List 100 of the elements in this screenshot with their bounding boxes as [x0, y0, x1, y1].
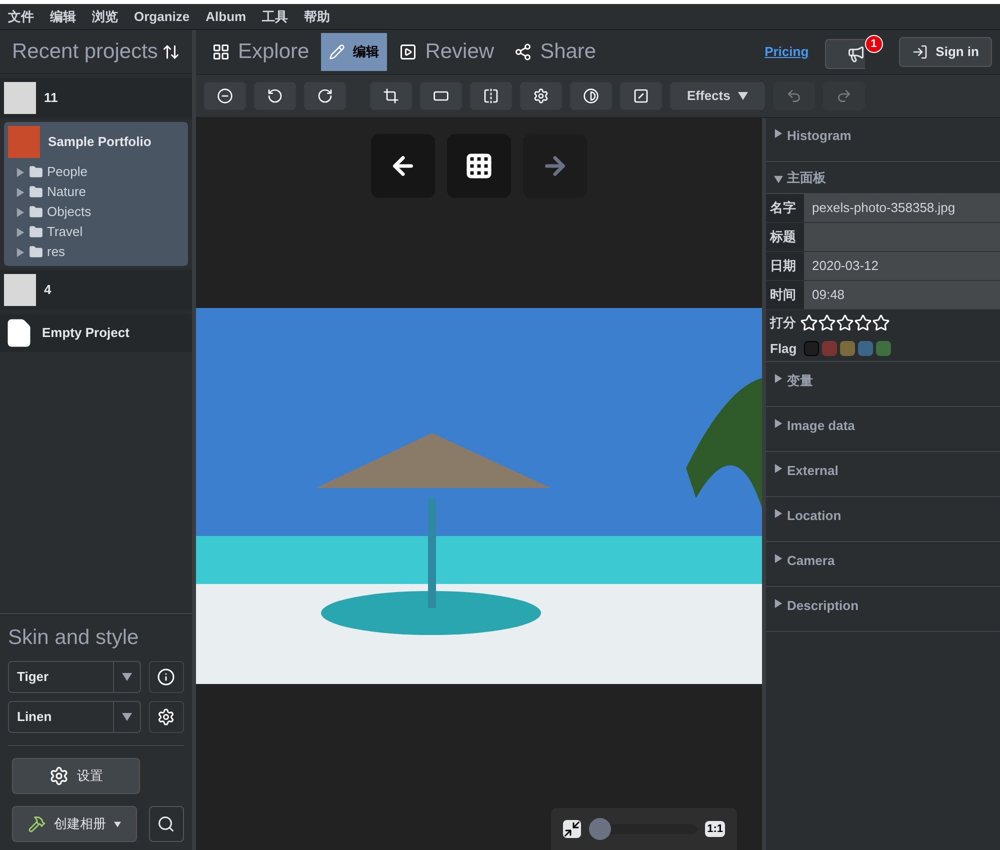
flag-swatch[interactable] [858, 341, 873, 356]
project-item[interactable]: Empty Project [0, 314, 192, 352]
project-item[interactable]: 11 [0, 78, 192, 118]
field-value[interactable]: pexels-photo-358358.jpg [804, 194, 1000, 222]
folder-item[interactable]: res [4, 242, 188, 262]
panel-section-header[interactable]: Camera [766, 543, 1000, 587]
flip-icon [483, 88, 499, 104]
flag-swatch[interactable] [822, 341, 837, 356]
field-value[interactable] [804, 223, 1000, 251]
tab[interactable]: Review [391, 33, 502, 71]
grid-icon [465, 152, 493, 180]
tab[interactable]: Explore [204, 33, 318, 71]
project-name: Sample Portfolio [48, 133, 152, 152]
project-item[interactable]: 4 [0, 270, 192, 310]
rotate-left-button[interactable] [254, 82, 296, 110]
rotate-right-icon [317, 88, 333, 104]
flag-label: Flag [770, 340, 797, 358]
flip-button[interactable] [470, 82, 512, 110]
flag-swatch[interactable] [804, 341, 819, 356]
settings-button[interactable] [520, 82, 562, 110]
project-item[interactable]: Sample Portfolio People Nature Objects Travel res [4, 122, 188, 266]
sign-in-icon [912, 44, 928, 60]
effects-button[interactable]: Effects [670, 82, 766, 110]
crop-button[interactable] [370, 82, 412, 110]
slider-thumb[interactable] [589, 818, 611, 840]
undo-icon [786, 88, 802, 104]
sort-icon[interactable] [162, 42, 180, 60]
menu-item[interactable]: 浏览 [92, 6, 118, 26]
collapsed-triangle-icon [16, 168, 25, 176]
settings-icon [533, 88, 549, 104]
star-icon[interactable] [854, 314, 872, 332]
contrast-button[interactable] [570, 82, 612, 110]
collapsed-triangle-icon [774, 464, 783, 473]
rotate-right-button[interactable] [304, 82, 346, 110]
previous-button[interactable] [371, 134, 435, 198]
next-button[interactable] [523, 134, 587, 198]
star-icon[interactable] [836, 314, 854, 332]
folder-item[interactable]: Nature [4, 182, 188, 202]
panel-section-header[interactable]: External [766, 453, 1000, 497]
flag-swatch[interactable] [840, 341, 855, 356]
section-title: Camera [787, 552, 835, 570]
redo-icon [836, 88, 852, 104]
menu-item[interactable]: 编辑 [50, 6, 76, 26]
remove-button[interactable] [204, 82, 246, 110]
panel-section-header[interactable]: Image data [766, 408, 1000, 452]
folder-name: Nature [47, 183, 86, 202]
settings-button[interactable]: 设置 [12, 758, 140, 794]
actual-size-button[interactable]: 1:1 [705, 820, 725, 838]
section-title: Histogram [787, 127, 852, 145]
star-icon[interactable] [800, 314, 818, 332]
section-title: Description [787, 597, 859, 615]
announcements-button[interactable] [824, 39, 865, 69]
folder-name: People [47, 163, 88, 182]
notification-badge: 1 [864, 35, 883, 53]
folder-icon [29, 185, 43, 199]
caret-icon [114, 820, 121, 828]
folder-item[interactable]: People [4, 162, 188, 182]
panel-section-header[interactable]: Description [766, 588, 1000, 632]
project-name: 4 [44, 281, 52, 300]
star-icon[interactable] [872, 314, 890, 332]
skin-dropdown[interactable]: Linen [8, 701, 141, 733]
panel-section-header[interactable]: Histogram [766, 118, 1000, 162]
menu-item[interactable]: 工具 [262, 6, 288, 26]
project-name: Empty Project [42, 324, 130, 342]
menu-item[interactable]: Album [206, 6, 246, 26]
sidebar-title: Recent projects [12, 38, 158, 65]
exposure-button[interactable] [620, 82, 662, 110]
tab[interactable]: Share [506, 33, 604, 71]
section-title: Image data [787, 417, 855, 435]
straighten-button[interactable] [420, 82, 462, 110]
dropdown-caret-icon [122, 672, 132, 682]
sign-in-button[interactable]: Sign in [898, 37, 992, 67]
skin-dropdown[interactable]: Tiger [8, 661, 141, 693]
pricing-link[interactable]: Pricing [764, 42, 809, 62]
dropdown-caret-icon [122, 712, 132, 722]
share-icon [514, 43, 532, 61]
folder-item[interactable]: Travel [4, 222, 188, 242]
field-value[interactable]: 2020-03-12 [804, 252, 1000, 280]
menu-item[interactable]: 帮助 [304, 6, 330, 26]
grid-button[interactable] [447, 134, 511, 198]
hammer-icon [28, 815, 46, 833]
pencil-icon [329, 44, 346, 60]
settings-button[interactable] [148, 701, 184, 733]
panel-section-header[interactable]: 变量 [766, 363, 1000, 407]
info-button[interactable] [148, 661, 184, 693]
create-album-button[interactable]: 创建相册 [12, 806, 137, 842]
menu-item[interactable]: 文件 [8, 6, 34, 26]
folder-item[interactable]: Objects [4, 202, 188, 222]
search-icon [157, 815, 176, 833]
zoom-slider[interactable] [589, 818, 698, 840]
star-icon[interactable] [818, 314, 836, 332]
menu-item[interactable]: Organize [134, 6, 190, 26]
flag-swatch[interactable] [876, 341, 891, 356]
panel-section-header[interactable]: Location [766, 498, 1000, 542]
remove-icon [217, 88, 233, 104]
star-rating[interactable] [800, 314, 890, 332]
field-value[interactable]: 09:48 [804, 281, 1000, 309]
fit-icon[interactable] [563, 820, 581, 838]
search-button[interactable] [148, 806, 184, 842]
tab[interactable]: 编辑 [321, 33, 388, 71]
